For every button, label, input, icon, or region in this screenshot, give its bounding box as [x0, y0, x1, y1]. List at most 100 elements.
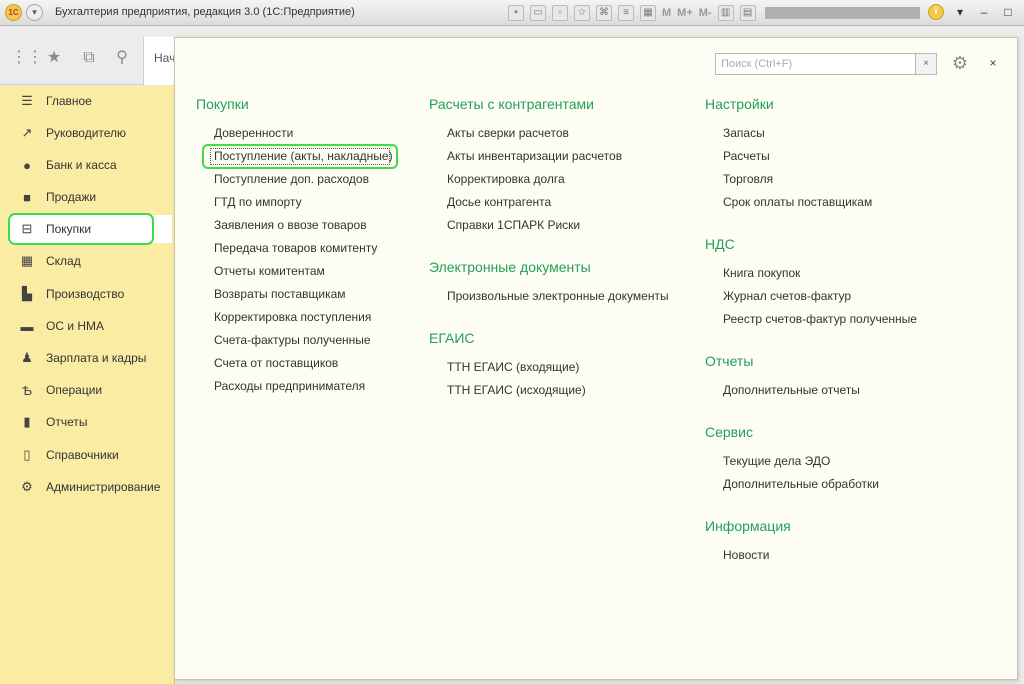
close-panel-button[interactable]: ×	[985, 53, 1001, 73]
sidebar-item-label: Отчеты	[46, 415, 88, 429]
sidebar-item-sales[interactable]: ■ Продажи	[8, 183, 172, 211]
window-controls: i ▾ – □ ✕	[928, 4, 1024, 20]
link-edo-tasks[interactable]: Текущие дела ЭДО	[723, 454, 830, 468]
gear-icon: ⚙	[21, 479, 33, 494]
memory-plus-button[interactable]: M+	[677, 7, 693, 19]
sidebar-item-production[interactable]: ▙ Производство	[8, 280, 172, 308]
search-input[interactable]: Поиск (Ctrl+F)	[715, 53, 916, 75]
link-egais-incoming[interactable]: ТТН ЕГАИС (входящие)	[447, 360, 579, 374]
link-payment-terms[interactable]: Срок оплаты поставщикам	[723, 195, 872, 209]
sidebar-item-manager[interactable]: ↗ Руководителю	[8, 119, 172, 147]
user-name-redacted	[765, 7, 920, 19]
navigation-menu-icon[interactable]: ▾	[26, 4, 43, 21]
truck-icon: ▬	[20, 318, 34, 334]
link-counterparty-dossier[interactable]: Досье контрагента	[447, 195, 551, 209]
sidebar-item-label: Продажи	[46, 190, 97, 204]
link-entrepreneur-expenses[interactable]: Расходы предпринимателя	[214, 379, 365, 393]
sidebar-item-label: ОС и НМА	[46, 319, 105, 333]
window-title: Бухгалтерия предприятия, редакция 3.0 (1…	[55, 6, 355, 18]
link-transfer-to-consignor[interactable]: Передача товаров комитенту	[214, 241, 377, 255]
factory-icon: ▙	[22, 286, 32, 301]
link-powers-of-attorney[interactable]: Доверенности	[214, 126, 293, 140]
highlight-frame-sidebar	[8, 213, 154, 245]
link-debt-adjustment[interactable]: Корректировка долга	[447, 172, 565, 186]
sidebar-item-main[interactable]: ☰ Главное	[8, 87, 172, 115]
group-title-reports: Отчеты	[705, 353, 754, 369]
coin-icon: ●	[23, 157, 31, 173]
link-additional-processing[interactable]: Дополнительные обработки	[723, 477, 879, 491]
group-title-egais: ЕГАИС	[429, 330, 475, 346]
link-spark-risks[interactable]: Справки 1СПАРК Риски	[447, 218, 580, 232]
search-clear-button[interactable]: ×	[916, 53, 937, 75]
title-bar: 1С ▾ Бухгалтерия предприятия, редакция 3…	[0, 0, 1024, 26]
info-icon[interactable]: i	[928, 4, 944, 20]
print-icon[interactable]: ▭	[530, 5, 546, 21]
sidebar-item-label: Производство	[46, 287, 125, 301]
link-settlements-settings[interactable]: Расчеты	[723, 149, 770, 163]
group-title-edocs: Электронные документы	[429, 259, 591, 275]
sidebar-item-directories[interactable]: ▯ Справочники	[8, 441, 172, 469]
sidebar-item-warehouse[interactable]: ▦ Склад	[8, 247, 172, 275]
memory-button[interactable]: M	[662, 7, 671, 19]
link-consignor-reports[interactable]: Отчеты комитентам	[214, 264, 325, 278]
link-additional-reports[interactable]: Дополнительные отчеты	[723, 383, 860, 397]
link-import-applications[interactable]: Заявления о ввозе товаров	[214, 218, 367, 232]
operations-icon: Ѣ	[21, 382, 33, 398]
sidebar-item-reports[interactable]: ▮ Отчеты	[8, 408, 172, 436]
app-logo-icon[interactable]: 1С	[5, 4, 22, 21]
star-icon[interactable]: ★	[45, 49, 63, 67]
link-supplier-returns[interactable]: Возвраты поставщикам	[214, 287, 346, 301]
calendar-icon[interactable]: ▥	[717, 5, 734, 21]
history-icon[interactable]: ≡	[618, 5, 634, 21]
top-border	[175, 27, 1024, 37]
group-title-vat: НДС	[705, 236, 735, 252]
dropdown-icon[interactable]: ▾	[952, 4, 968, 20]
link-icon[interactable]: ⌘	[596, 5, 612, 21]
link-arbitrary-edocs[interactable]: Произвольные электронные документы	[447, 289, 669, 303]
memory-minus-button[interactable]: M-	[699, 7, 712, 19]
link-stocks[interactable]: Запасы	[723, 126, 765, 140]
grid-icon: ▦	[20, 253, 34, 268]
sidebar-item-admin[interactable]: ⚙ Администрирование	[8, 473, 172, 501]
sidebar-item-operations[interactable]: Ѣ Операции	[8, 376, 172, 404]
menu-icon: ☰	[21, 93, 33, 108]
history-pages-icon[interactable]: ⧉	[80, 49, 98, 67]
link-receipt-adjustment[interactable]: Корректировка поступления	[214, 310, 371, 324]
link-invoice-journal[interactable]: Журнал счетов-фактур	[723, 289, 851, 303]
search-icon[interactable]: ⚲	[113, 49, 131, 67]
group-title-settlements: Расчеты с контрагентами	[429, 96, 594, 112]
favorites-icon[interactable]: ☆	[574, 5, 590, 21]
sidebar-item-label: Администрирование	[46, 480, 161, 494]
link-news[interactable]: Новости	[723, 548, 769, 562]
sidebar-item-label: Банк и касса	[46, 158, 117, 172]
bar-chart-icon: ▮	[23, 414, 31, 429]
link-invoices-received[interactable]: Счета-фактуры полученные	[214, 333, 371, 347]
save-icon[interactable]: ▪	[508, 5, 524, 21]
window-list-icon[interactable]: ▤	[739, 5, 756, 21]
sidebar-item-bank[interactable]: ● Банк и касса	[8, 151, 172, 179]
link-egais-outgoing[interactable]: ТТН ЕГАИС (исходящие)	[447, 383, 586, 397]
link-purchase-book[interactable]: Книга покупок	[723, 266, 800, 280]
link-trade[interactable]: Торговля	[723, 172, 773, 186]
settings-gear-icon[interactable]: ⚙	[947, 52, 973, 74]
preview-icon[interactable]: ▫	[552, 5, 568, 21]
link-additional-costs[interactable]: Поступление доп. расходов	[214, 172, 369, 186]
link-supplier-bills[interactable]: Счета от поставщиков	[214, 356, 338, 370]
group-title-purchases: Покупки	[196, 96, 249, 112]
sidebar-item-assets[interactable]: ▬ ОС и НМА	[8, 312, 172, 340]
link-inventory-acts[interactable]: Акты инвентаризации расчетов	[447, 149, 622, 163]
maximize-button[interactable]: □	[1000, 4, 1016, 20]
link-customs-declarations[interactable]: ГТД по импорту	[214, 195, 302, 209]
calculator-icon[interactable]: ▦	[640, 5, 656, 21]
book-icon: ▯	[23, 447, 31, 462]
sidebar-item-salary[interactable]: ♟ Зарплата и кадры	[8, 344, 172, 372]
bag-icon: ■	[23, 189, 31, 205]
link-invoice-register[interactable]: Реестр счетов-фактур полученные	[723, 312, 917, 326]
sidebar-item-label: Руководителю	[46, 126, 127, 140]
group-title-info: Информация	[705, 518, 791, 534]
link-reconciliation-acts[interactable]: Акты сверки расчетов	[447, 126, 569, 140]
sidebar-item-label: Справочники	[46, 448, 119, 462]
sidebar-item-label: Зарплата и кадры	[46, 351, 147, 365]
minimize-button[interactable]: –	[976, 4, 992, 20]
apps-grid-icon[interactable]: ⋮⋮	[11, 49, 43, 67]
